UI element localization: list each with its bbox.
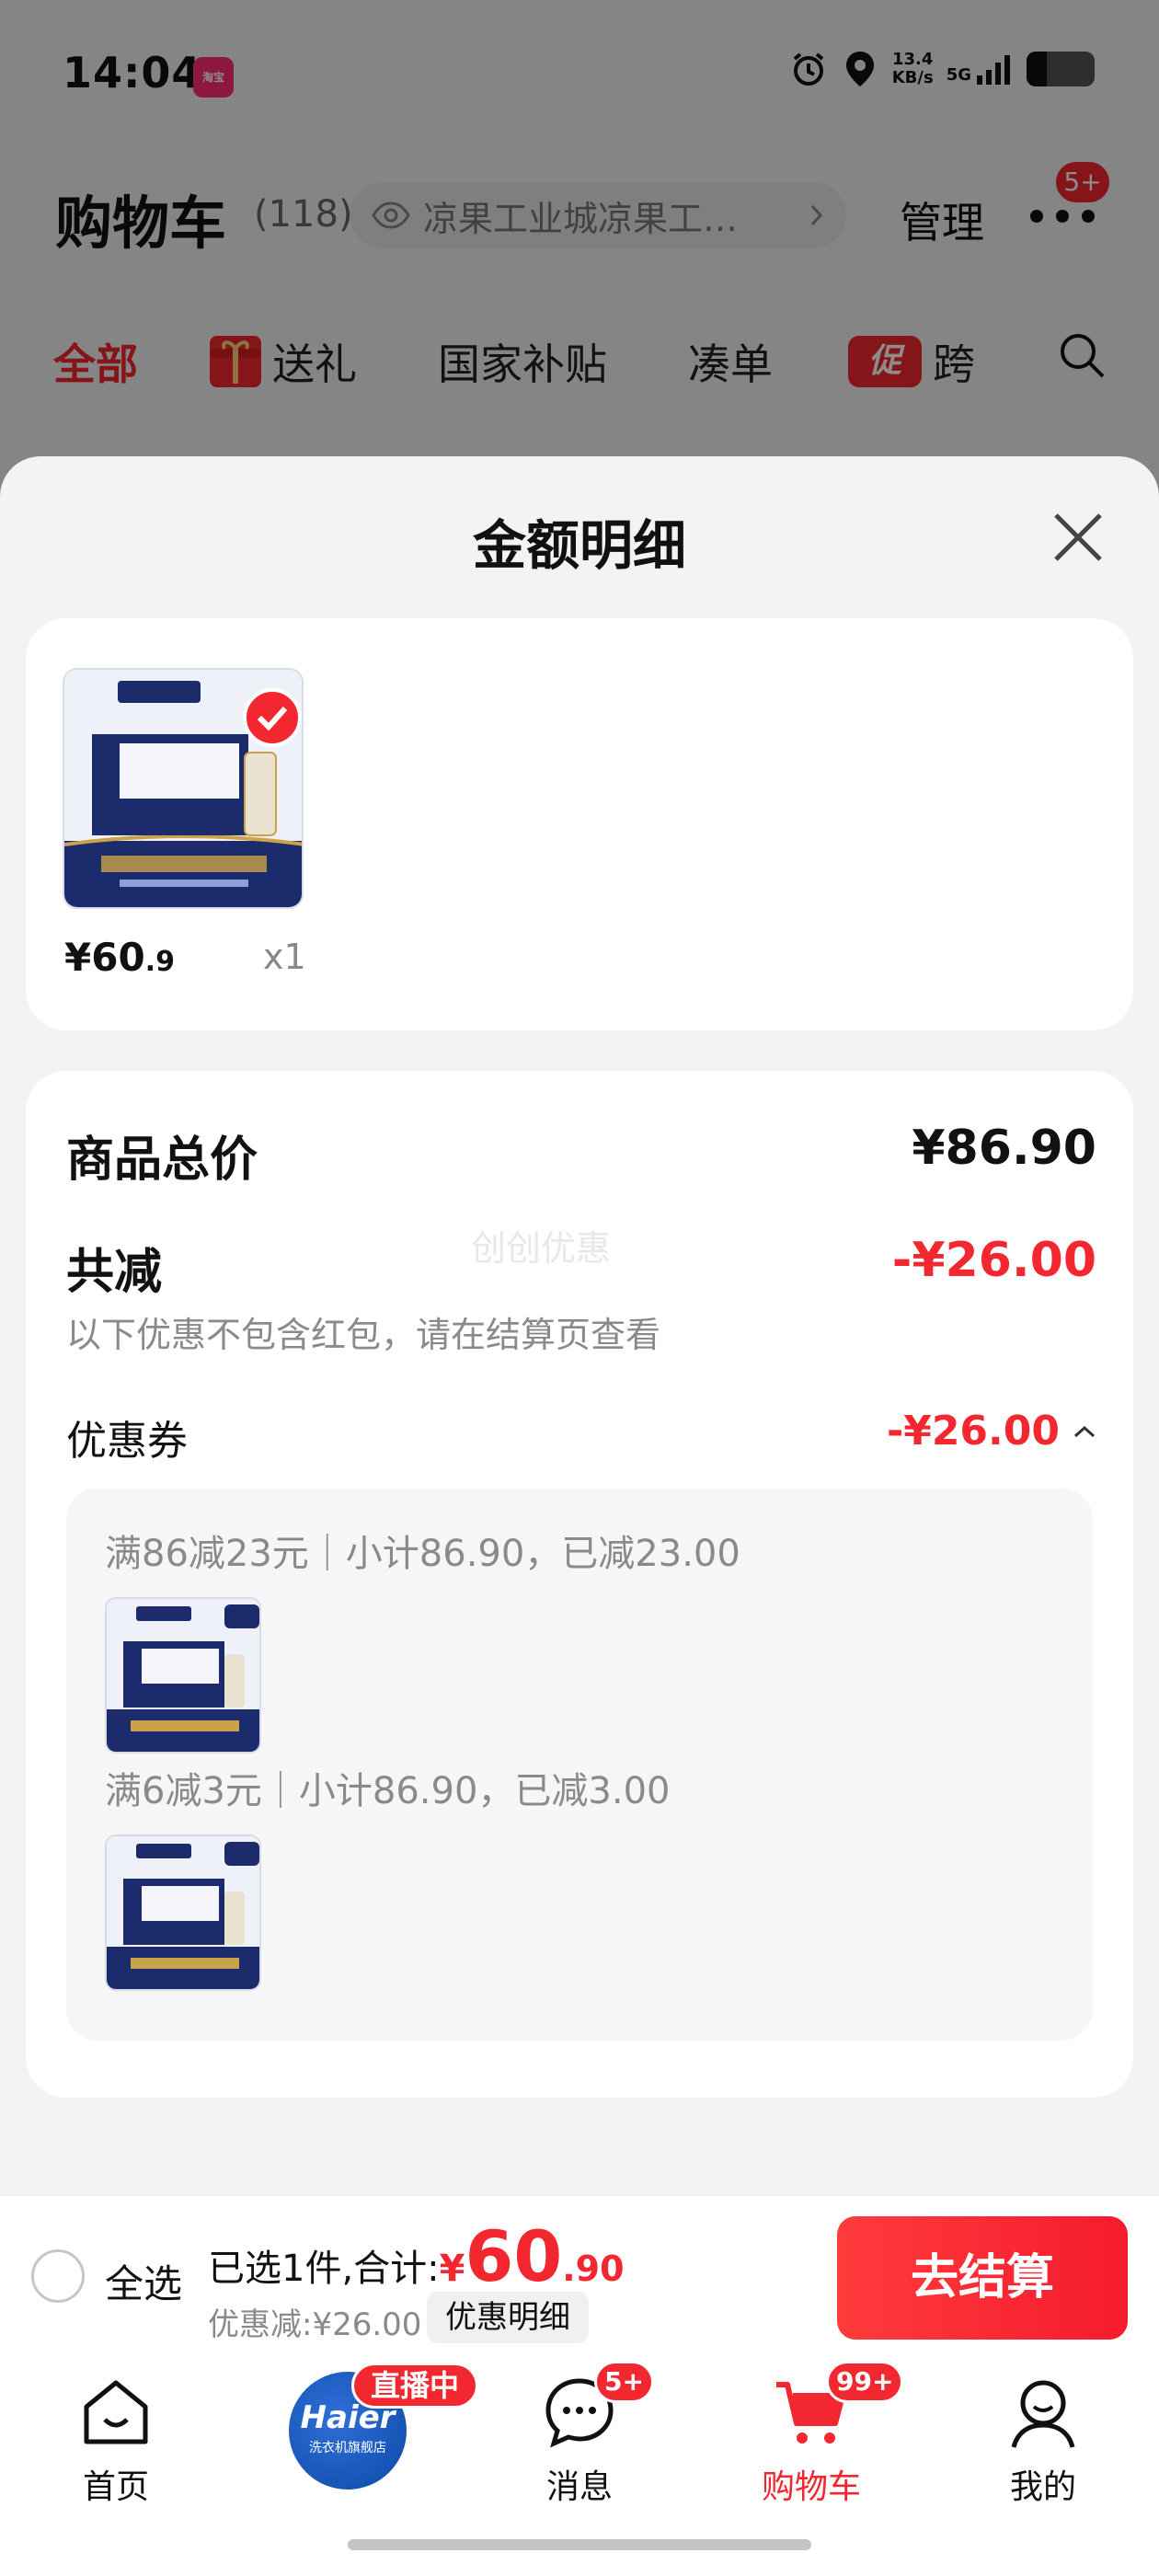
total-amount-integer: 60	[465, 2215, 563, 2297]
coupon-detail-box: 满86减23元｜小计86.90，已减23.00 满6减3元｜小计86.90，已减…	[66, 1489, 1093, 2041]
select-all-label[interactable]: 全选	[105, 2253, 182, 2309]
coupon-product-image-2	[105, 1834, 261, 1991]
home-icon	[77, 2374, 155, 2451]
product-quantity: x1	[263, 937, 306, 977]
coupon-product-image-1	[105, 1597, 261, 1754]
chevron-up-icon	[1073, 1425, 1096, 1437]
home-indicator[interactable]	[348, 2539, 811, 2550]
checkout-button[interactable]: 去结算	[837, 2216, 1128, 2340]
coupon-value: -¥26.00	[886, 1408, 1060, 1455]
cart-icon: 99+	[773, 2361, 904, 2451]
live-badge: 直播中	[351, 2363, 479, 2409]
total-currency: ¥	[439, 2248, 465, 2290]
coupon-rule-1: 满86减23元｜小计86.90，已减23.00	[105, 1533, 740, 1575]
discount-note: 以下优惠不包含红包，请在结算页查看	[66, 1315, 661, 1355]
watermark: 创创优惠	[471, 1228, 612, 1269]
total-price-label: 商品总价	[66, 1133, 258, 1188]
coupon-toggle[interactable]: -¥26.00	[887, 1408, 1096, 1455]
select-all-checkbox[interactable]	[31, 2249, 85, 2303]
cart-badge: 99+	[826, 2361, 904, 2403]
sheet-title: 金额明细	[472, 514, 686, 577]
discount-detail-button[interactable]: 优惠明细	[427, 2292, 589, 2343]
nav-home[interactable]: 首页	[24, 2374, 208, 2508]
price-breakdown-card: 商品总价 ¥86.90 创创优惠 共减 -¥26.00 以下优惠不包含红包，请在…	[26, 1071, 1133, 2098]
live-store-subtitle: 洗衣机旗舰店	[309, 2441, 386, 2455]
discount-summary: 优惠减:¥26.00	[208, 2306, 422, 2343]
selected-count-text: 已选1件,合计:	[208, 2248, 440, 2290]
discount-value: -¥26.00	[891, 1233, 1096, 1288]
product-price: ¥60.9	[64, 935, 175, 980]
selected-products-card: ¥60.9 x1	[26, 618, 1133, 1030]
coupon-rule-2: 满6减3元｜小计86.90，已减3.00	[105, 1770, 671, 1812]
total-price-value: ¥86.90	[912, 1121, 1096, 1176]
close-icon[interactable]	[1050, 510, 1106, 565]
messages-badge: 5+	[594, 2361, 654, 2403]
product-image[interactable]	[63, 668, 304, 909]
discount-label: 共减	[66, 1245, 163, 1300]
user-icon	[1004, 2374, 1082, 2451]
nav-mine[interactable]: 我的	[951, 2374, 1135, 2508]
checkout-bar: 全选 已选1件,合计: ¥ 60 .90 优惠减:¥26.00 优惠明细 去结算	[0, 2195, 1159, 2357]
message-icon: 5+	[541, 2361, 654, 2451]
total-amount-decimal: .90	[562, 2248, 625, 2289]
nav-cart[interactable]: 99+ 购物车	[719, 2361, 904, 2508]
coupon-label: 优惠券	[66, 1418, 188, 1465]
selection-summary: 已选1件,合计: ¥ 60 .90	[208, 2222, 625, 2292]
nav-messages[interactable]: 5+ 消息	[488, 2361, 671, 2508]
